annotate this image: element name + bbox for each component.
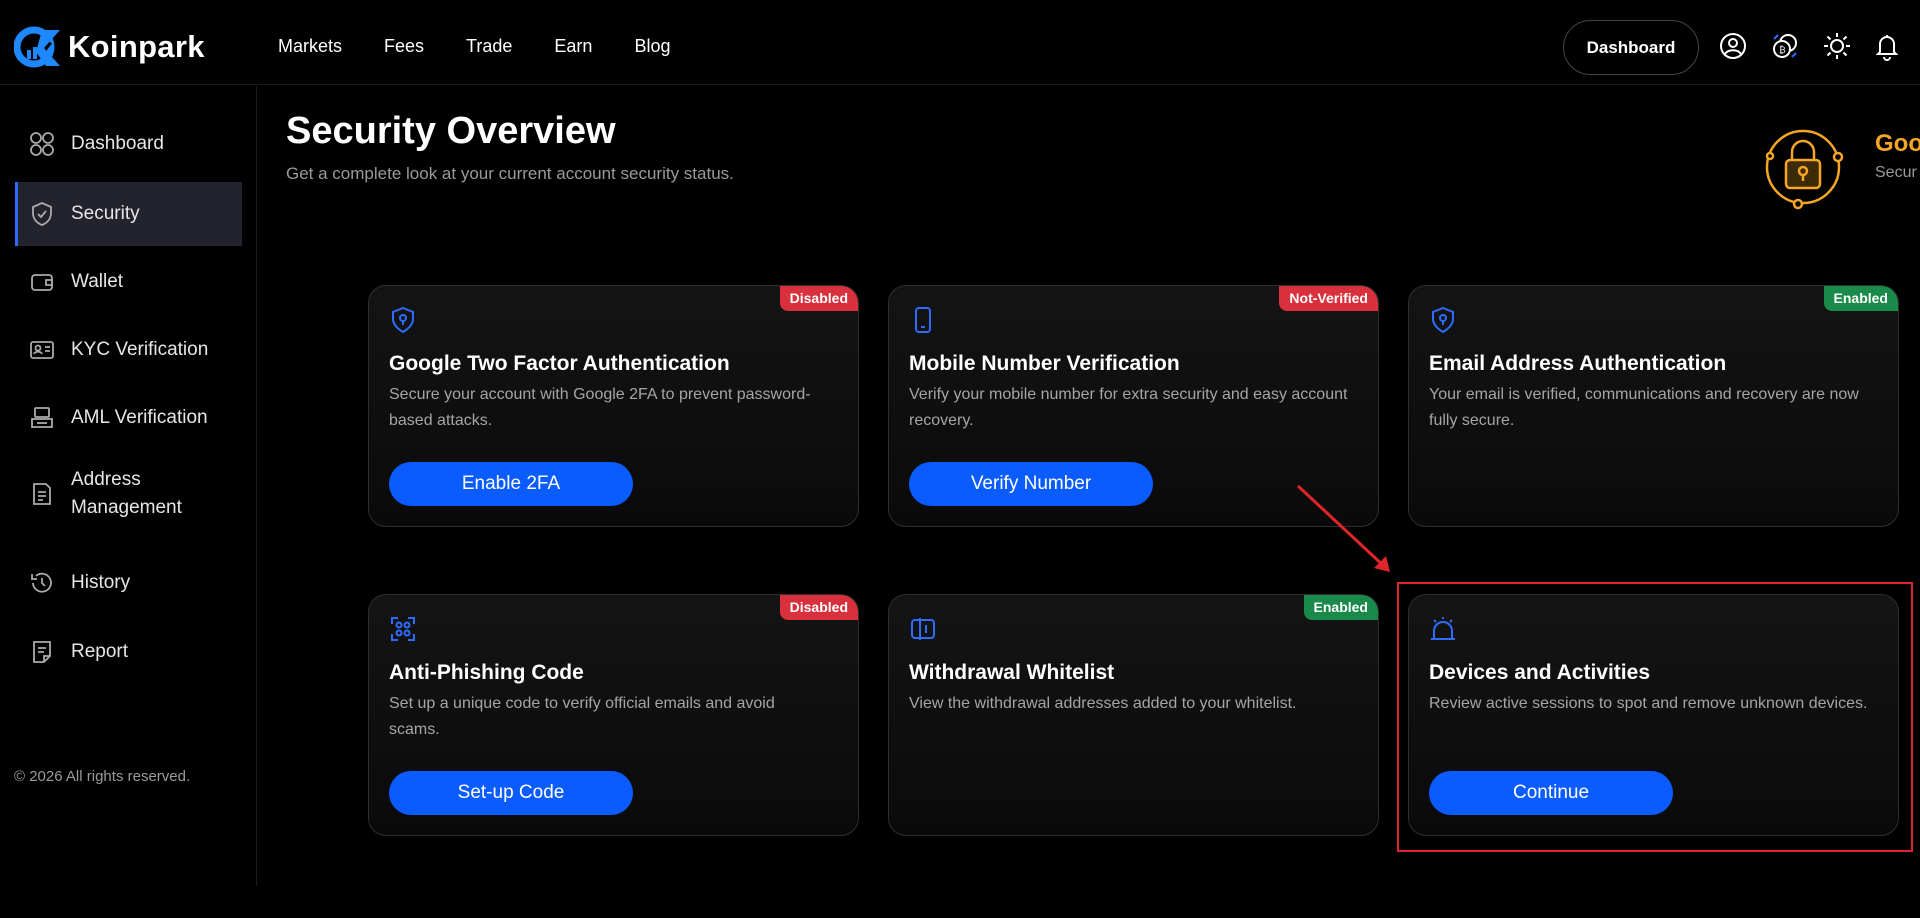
security-lock-icon	[1765, 129, 1844, 210]
top-header: Koinpark Markets Fees Trade Earn Blog Da…	[0, 0, 1920, 85]
id-card-icon	[30, 341, 54, 359]
whitelist-icon	[911, 618, 935, 640]
sidebar-item-kyc[interactable]: KYC Verification	[15, 318, 242, 382]
svg-text:₿: ₿	[1779, 45, 1786, 55]
sun-icon[interactable]	[1822, 31, 1852, 61]
sidebar-item-label: Dashboard	[71, 133, 164, 154]
card-title: Withdrawal Whitelist	[909, 661, 1115, 684]
nav-earn[interactable]: Earn	[554, 36, 592, 57]
logo[interactable]: Koinpark	[14, 26, 205, 68]
brand-name: Koinpark	[68, 29, 205, 64]
sidebar-item-label: Address Management	[71, 469, 182, 518]
setup-code-button[interactable]: Set-up Code	[389, 771, 633, 815]
sidebar-item-label: KYC Verification	[71, 339, 209, 360]
sidebar-item-address-management[interactable]: Address Management	[15, 454, 242, 534]
card-description: View the withdrawal addresses added to y…	[909, 695, 1297, 712]
status-badge: Disabled	[779, 595, 858, 620]
copyright-text: © 2026 All rights reserved.	[14, 768, 191, 785]
shield-lock-icon	[392, 306, 414, 334]
sidebar-item-label: Report	[71, 641, 129, 662]
card-google-2fa: Disabled Google Two Factor Authenticatio…	[368, 285, 859, 527]
wallet-icon	[31, 274, 53, 291]
card-title: Mobile Number Verification	[909, 352, 1180, 375]
status-badge: Disabled	[779, 286, 858, 311]
security-status-subtitle: Secur	[1875, 164, 1917, 181]
document-icon	[33, 483, 51, 505]
nav-trade[interactable]: Trade	[466, 36, 512, 57]
sidebar-item-label: AML Verification	[71, 407, 208, 428]
page-subtitle: Get a complete look at your current acco…	[286, 164, 734, 183]
aml-icon	[31, 407, 53, 428]
sidebar-item-report[interactable]: Report	[15, 620, 242, 684]
user-circle-icon[interactable]	[1718, 31, 1748, 61]
sidebar-item-label: History	[71, 572, 131, 593]
shield-lock-icon	[1432, 306, 1454, 334]
sidebar-item-label: Wallet	[71, 271, 124, 292]
card-email-authentication: Enabled Email Address Authentication You…	[1408, 285, 1899, 527]
nav-blog[interactable]: Blog	[634, 36, 670, 57]
highlight-box	[1397, 582, 1913, 852]
status-badge: Enabled	[1303, 595, 1378, 620]
koinpark-logo-icon	[14, 26, 60, 68]
card-description: Set up a unique code to verify official …	[389, 695, 775, 738]
security-status-title: Goo	[1875, 130, 1920, 157]
grid-icon	[30, 132, 54, 156]
card-title: Email Address Authentication	[1429, 352, 1727, 375]
main-nav: Markets Fees Trade Earn Blog	[278, 36, 712, 57]
sidebar-item-label: Security	[71, 203, 140, 224]
sidebar: Dashboard Security Wallet KYC Verificati…	[0, 86, 257, 886]
scan-code-icon	[391, 617, 415, 641]
card-withdrawal-whitelist[interactable]: Enabled Withdrawal Whitelist View the wi…	[888, 594, 1379, 836]
shield-icon	[32, 202, 52, 226]
sidebar-item-aml[interactable]: AML Verification	[15, 386, 242, 450]
dashboard-button[interactable]: Dashboard	[1563, 20, 1699, 75]
status-badge: Not-Verified	[1279, 286, 1378, 311]
sidebar-item-security[interactable]: Security	[15, 182, 242, 246]
card-description: Verify your mobile number for extra secu…	[909, 386, 1348, 429]
report-icon	[33, 641, 51, 663]
sidebar-item-dashboard[interactable]: Dashboard	[15, 112, 242, 176]
sidebar-item-wallet[interactable]: Wallet	[15, 250, 242, 314]
card-description: Secure your account with Google 2FA to p…	[389, 386, 811, 429]
page-title: Security Overview	[286, 110, 616, 152]
coin-swap-icon[interactable]: ₿	[1770, 31, 1800, 61]
card-anti-phishing: Disabled Anti-Phishing Code Set up a uni…	[368, 594, 859, 836]
mobile-icon	[915, 307, 931, 333]
red-arrow-annotation	[1296, 484, 1390, 572]
nav-fees[interactable]: Fees	[384, 36, 424, 57]
verify-number-button[interactable]: Verify Number	[909, 462, 1153, 506]
history-icon	[31, 572, 52, 593]
card-description: Your email is verified, communications a…	[1429, 386, 1859, 429]
card-title: Google Two Factor Authentication	[389, 352, 730, 375]
sidebar-item-history[interactable]: History	[15, 551, 242, 615]
card-title: Anti-Phishing Code	[389, 661, 584, 684]
bell-icon[interactable]	[1872, 31, 1902, 61]
nav-markets[interactable]: Markets	[278, 36, 342, 57]
enable-2fa-button[interactable]: Enable 2FA	[389, 462, 633, 506]
status-badge: Enabled	[1823, 286, 1898, 311]
